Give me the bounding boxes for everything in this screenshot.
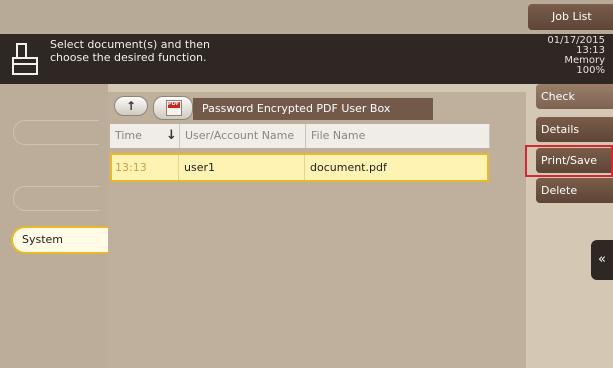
memory-value: 100% [576, 65, 605, 76]
collapse-panel-button[interactable]: « [591, 240, 613, 280]
instruction-message: Select document(s) and then choose the d… [50, 38, 210, 64]
up-arrow-icon: ↑ [125, 99, 137, 113]
box-name-label: Password Encrypted PDF User Box [193, 98, 433, 120]
tab-system[interactable]: System [11, 226, 108, 254]
instruction-line-1: Select document(s) and then [50, 38, 210, 51]
instruction-line-2: choose the desired function. [50, 51, 207, 64]
delete-button[interactable]: Delete [536, 178, 613, 203]
top-bar [0, 0, 613, 34]
double-chevron-left-icon: « [598, 252, 606, 267]
empty-tab-slot [13, 186, 99, 211]
sort-down-arrow-icon: ↓ [166, 128, 177, 143]
table-row[interactable]: 13:13 user1 document.pdf [110, 153, 489, 182]
pdf-box-icon: PDF [153, 96, 193, 120]
up-folder-button[interactable]: ↑ [114, 96, 148, 116]
check-setting-button[interactable]: Check Setting [536, 84, 613, 128]
details-button[interactable]: Details [536, 117, 613, 142]
empty-tab-slot [13, 120, 99, 145]
pdf-icon: PDF [166, 100, 182, 116]
job-list-button[interactable]: Job List [528, 4, 613, 30]
cell-divider [178, 155, 179, 180]
status-readout: 01/17/2015 13:13 Memory 100% [547, 36, 605, 76]
column-header-file[interactable]: File Name [306, 124, 490, 148]
cell-divider [304, 155, 305, 180]
column-header-user[interactable]: User/Account Name [180, 124, 306, 148]
row-user: user1 [184, 161, 215, 174]
message-bar: Select document(s) and then choose the d… [0, 34, 613, 84]
highlight-box [525, 145, 613, 177]
row-file: document.pdf [310, 161, 387, 174]
document-tray-icon [12, 43, 38, 75]
row-time: 13:13 [115, 161, 147, 174]
column-header-time[interactable]: Time ↓ [110, 124, 180, 148]
